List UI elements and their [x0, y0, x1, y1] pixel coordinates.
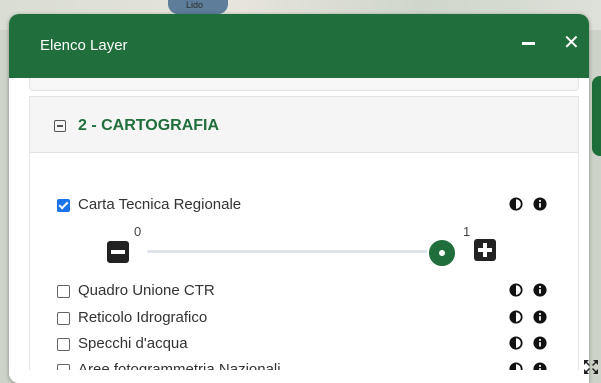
- info-icon[interactable]: [533, 310, 547, 324]
- increase-opacity-button[interactable]: [474, 239, 496, 261]
- contrast-icon[interactable]: [509, 283, 523, 297]
- previous-section: [29, 78, 579, 91]
- minus-icon: [522, 42, 535, 45]
- layer-item: Quadro Unione CTR: [57, 281, 557, 301]
- opacity-slider-group: 0 1: [59, 216, 496, 268]
- map-place-label: Lido: [186, 0, 204, 10]
- layer-item: Specchi d'acqua: [57, 334, 557, 354]
- panel-body: 2 - CARTOGRAFIA Carta Tecnica Regionale …: [9, 78, 589, 383]
- scroll-clip: [9, 370, 589, 383]
- section-title: 2 - CARTOGRAFIA: [78, 117, 220, 134]
- minimize-button[interactable]: [520, 33, 536, 53]
- layer-item: Reticolo Idrografico: [57, 308, 557, 328]
- contrast-icon[interactable]: [509, 336, 523, 350]
- opacity-track[interactable]: [147, 250, 447, 253]
- contrast-icon[interactable]: [509, 310, 523, 324]
- info-icon[interactable]: [533, 283, 547, 297]
- opacity-max-label: 1: [463, 224, 471, 239]
- layer-list-panel: Elenco Layer ✕ 2 - CARTOGRAFIA Carta Tec…: [9, 14, 589, 383]
- close-button[interactable]: ✕: [563, 33, 580, 53]
- layer-checkbox[interactable]: [57, 338, 70, 351]
- contrast-icon[interactable]: [509, 197, 523, 211]
- panel-header[interactable]: Elenco Layer ✕: [9, 14, 589, 78]
- layer-actions: [57, 195, 557, 215]
- layer-label: Reticolo Idrografico: [78, 309, 208, 326]
- decrease-opacity-button[interactable]: [107, 241, 129, 263]
- info-icon[interactable]: [533, 197, 547, 211]
- info-icon[interactable]: [533, 336, 547, 350]
- layer-label: Quadro Unione CTR: [78, 282, 215, 299]
- opacity-slider-handle[interactable]: [427, 238, 457, 268]
- layer-checkbox[interactable]: [57, 312, 70, 325]
- layer-checkbox[interactable]: [57, 285, 70, 298]
- panel-title: Elenco Layer: [40, 37, 128, 54]
- opacity-min-label: 0: [134, 224, 142, 239]
- collapse-square-icon[interactable]: [54, 120, 66, 132]
- map-side-control[interactable]: [592, 76, 601, 156]
- expand-icon[interactable]: [582, 358, 600, 376]
- layer-label: Specchi d'acqua: [78, 335, 188, 352]
- section-header[interactable]: 2 - CARTOGRAFIA: [29, 96, 579, 153]
